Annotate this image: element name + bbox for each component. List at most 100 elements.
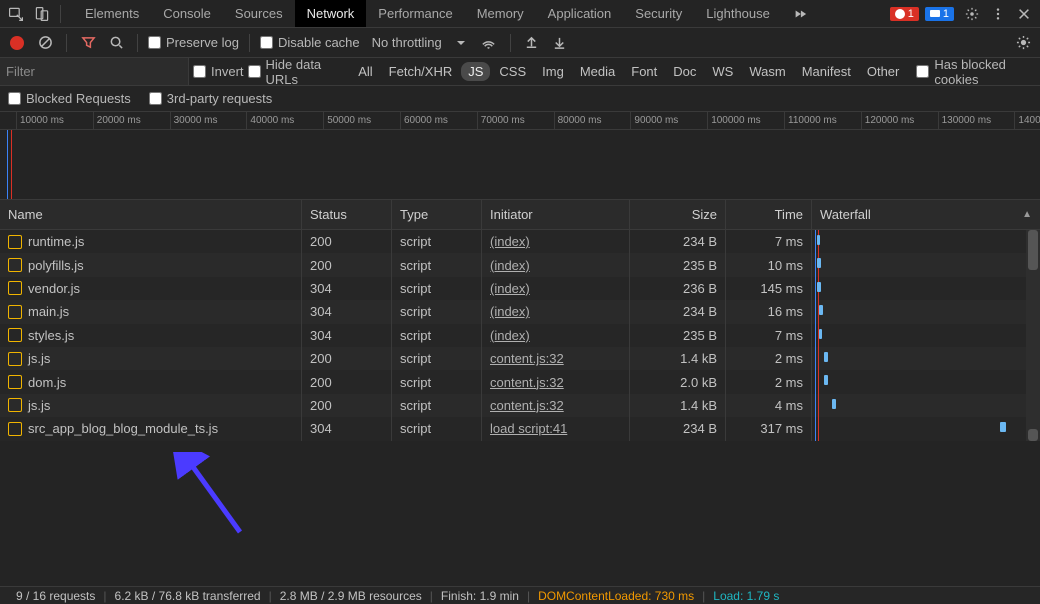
col-name[interactable]: Name [0, 200, 302, 229]
network-settings-gear-icon[interactable] [1012, 32, 1034, 54]
request-initiator[interactable]: content.js:32 [490, 351, 564, 366]
timeline-tick: 80000 ms [554, 112, 602, 129]
export-har-icon[interactable] [549, 32, 571, 54]
request-initiator[interactable]: content.js:32 [490, 375, 564, 390]
request-time: 145 ms [726, 277, 812, 300]
request-type: script [392, 370, 482, 393]
request-time: 2 ms [726, 370, 812, 393]
vertical-scrollbar[interactable] [1026, 230, 1040, 441]
import-har-icon[interactable] [521, 32, 543, 54]
request-status: 200 [302, 370, 392, 393]
sort-indicator-icon: ▲ [1022, 209, 1032, 220]
tab-security[interactable]: Security [623, 0, 694, 27]
request-status: 304 [302, 300, 392, 323]
request-time: 4 ms [726, 394, 812, 417]
col-type[interactable]: Type [392, 200, 482, 229]
filter-type-fetchxhr[interactable]: Fetch/XHR [382, 62, 460, 81]
table-row[interactable]: js.js200scriptcontent.js:321.4 kB2 ms [0, 347, 1040, 370]
filter-type-css[interactable]: CSS [492, 62, 533, 81]
waterfall-cell [812, 277, 1040, 300]
preserve-log-checkbox[interactable]: Preserve log [148, 35, 239, 50]
tab-elements[interactable]: Elements [73, 0, 151, 27]
table-row[interactable]: vendor.js304script(index)236 B145 ms [0, 277, 1040, 300]
timeline-tick: 30000 ms [170, 112, 218, 129]
timeline-overview[interactable]: 10000 ms20000 ms30000 ms40000 ms50000 ms… [0, 112, 1040, 200]
col-waterfall[interactable]: Waterfall▲ [812, 200, 1040, 229]
js-file-icon [8, 258, 22, 272]
table-row[interactable]: js.js200scriptcontent.js:321.4 kB4 ms [0, 394, 1040, 417]
hide-data-urls-checkbox[interactable]: Hide data URLs [248, 57, 344, 87]
throttling-select[interactable]: No throttling [366, 35, 472, 50]
table-row[interactable]: src_app_blog_blog_module_ts.js304scriptl… [0, 417, 1040, 440]
request-initiator[interactable]: (index) [490, 304, 530, 319]
filter-type-all[interactable]: All [351, 62, 379, 81]
disable-cache-checkbox[interactable]: Disable cache [260, 35, 360, 50]
invert-checkbox[interactable]: Invert [193, 64, 244, 79]
filter-icon[interactable] [77, 32, 99, 54]
waterfall-cell [812, 394, 1040, 417]
table-row[interactable]: dom.js200scriptcontent.js:322.0 kB2 ms [0, 370, 1040, 393]
timeline-tick: 100000 ms [707, 112, 760, 129]
has-blocked-cookies-checkbox[interactable]: Has blocked cookies [916, 57, 1036, 87]
tab-memory[interactable]: Memory [465, 0, 536, 27]
timeline-tick: 130000 ms [938, 112, 991, 129]
request-initiator[interactable]: load script:41 [490, 421, 567, 436]
request-initiator[interactable]: (index) [490, 281, 530, 296]
tab-application[interactable]: Application [536, 0, 624, 27]
filter-type-font[interactable]: Font [624, 62, 664, 81]
kebab-menu-icon[interactable] [986, 2, 1010, 26]
col-size[interactable]: Size [630, 200, 726, 229]
close-devtools-icon[interactable] [1012, 2, 1036, 26]
filter-type-doc[interactable]: Doc [666, 62, 703, 81]
error-count-badge[interactable]: 1 [890, 7, 919, 21]
overflow-icon[interactable] [788, 2, 812, 26]
network-conditions-icon[interactable] [478, 32, 500, 54]
col-status[interactable]: Status [302, 200, 392, 229]
tab-lighthouse[interactable]: Lighthouse [694, 0, 782, 27]
request-initiator[interactable]: (index) [490, 258, 530, 273]
third-party-checkbox[interactable]: 3rd-party requests [149, 91, 273, 106]
request-initiator[interactable]: (index) [490, 234, 530, 249]
filter-type-media[interactable]: Media [573, 62, 622, 81]
tab-performance[interactable]: Performance [366, 0, 464, 27]
message-count-badge[interactable]: 1 [925, 7, 954, 21]
request-size: 235 B [630, 324, 726, 347]
filter-type-img[interactable]: Img [535, 62, 571, 81]
request-type: script [392, 417, 482, 440]
tab-sources[interactable]: Sources [223, 0, 295, 27]
search-icon[interactable] [105, 32, 127, 54]
device-toggle-icon[interactable] [30, 2, 54, 26]
filter-input[interactable] [0, 58, 189, 85]
table-row[interactable]: polyfills.js200script(index)235 B10 ms [0, 253, 1040, 276]
js-file-icon [8, 398, 22, 412]
col-initiator[interactable]: Initiator [482, 200, 630, 229]
filter-type-wasm[interactable]: Wasm [742, 62, 792, 81]
tab-network[interactable]: Network [295, 0, 367, 27]
table-row[interactable]: styles.js304script(index)235 B7 ms [0, 324, 1040, 347]
waterfall-cell [812, 253, 1040, 276]
inspect-element-icon[interactable] [4, 2, 28, 26]
col-time[interactable]: Time [726, 200, 812, 229]
request-initiator[interactable]: (index) [490, 328, 530, 343]
request-name: js.js [28, 351, 50, 366]
timeline-tick: 50000 ms [323, 112, 371, 129]
request-time: 10 ms [726, 253, 812, 276]
request-type: script [392, 230, 482, 253]
table-row[interactable]: main.js304script(index)234 B16 ms [0, 300, 1040, 323]
request-initiator[interactable]: content.js:32 [490, 398, 564, 413]
filter-type-js[interactable]: JS [461, 62, 490, 81]
request-name: js.js [28, 398, 50, 413]
status-dcl: DOMContentLoaded: 730 ms [530, 589, 702, 603]
filter-type-ws[interactable]: WS [705, 62, 740, 81]
js-file-icon [8, 352, 22, 366]
table-header[interactable]: Name Status Type Initiator Size Time Wat… [0, 200, 1040, 230]
record-button[interactable] [6, 32, 28, 54]
filter-type-other[interactable]: Other [860, 62, 907, 81]
table-row[interactable]: runtime.js200script(index)234 B7 ms [0, 230, 1040, 253]
settings-gear-icon[interactable] [960, 2, 984, 26]
blocked-requests-checkbox[interactable]: Blocked Requests [8, 91, 131, 106]
tab-console[interactable]: Console [151, 0, 223, 27]
clear-icon[interactable] [34, 32, 56, 54]
filter-type-manifest[interactable]: Manifest [795, 62, 858, 81]
js-file-icon [8, 235, 22, 249]
